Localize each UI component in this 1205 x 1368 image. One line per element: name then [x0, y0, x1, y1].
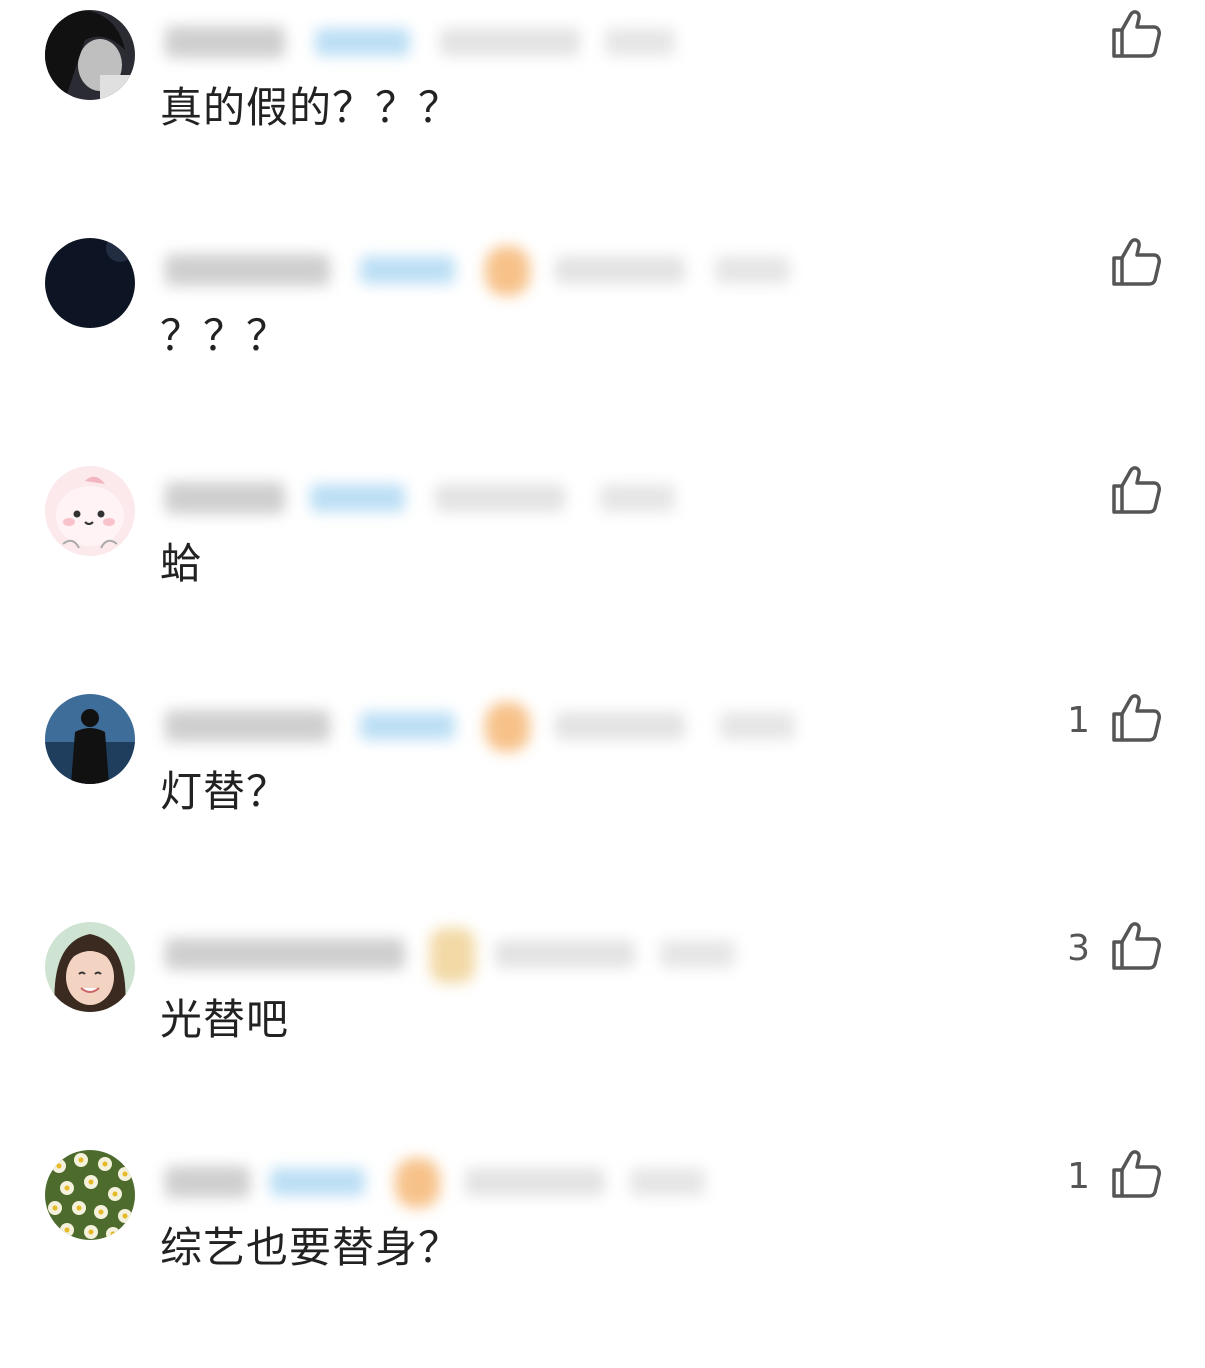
thumbs-up-icon[interactable] [1110, 1148, 1162, 1200]
avatar[interactable] [45, 1150, 135, 1240]
like-count: 1 [1067, 700, 1090, 741]
avatar-image [45, 694, 135, 784]
avatar-image [45, 922, 135, 1012]
comment-item: ？？？ [0, 228, 1205, 456]
thumbs-up-icon[interactable] [1110, 920, 1162, 972]
comment-item: 蛤 [0, 456, 1205, 684]
comment-item: 灯替？ 1 [0, 684, 1205, 912]
comment-item: 真的假的？？？ [0, 0, 1205, 228]
comment-text: 综艺也要替身？ [160, 1223, 462, 1272]
comment-text: 真的假的？？？ [160, 83, 462, 132]
comment-item: 光替吧 3 [0, 912, 1205, 1140]
thumbs-up-icon[interactable] [1110, 464, 1162, 516]
avatar[interactable] [45, 694, 135, 784]
avatar[interactable] [45, 238, 135, 328]
user-meta-blurred [155, 920, 815, 983]
user-meta-blurred [155, 1148, 815, 1208]
comment-text: ？？？ [160, 311, 290, 360]
thumbs-up-icon[interactable] [1110, 8, 1162, 60]
avatar-image [45, 1150, 135, 1240]
user-meta-blurred [155, 236, 815, 296]
comment-text: 光替吧 [160, 995, 290, 1044]
avatar[interactable] [45, 10, 135, 100]
comment-text: 蛤 [160, 539, 204, 588]
avatar[interactable] [45, 922, 135, 1012]
avatar-image [45, 10, 135, 100]
user-meta-blurred [155, 8, 815, 68]
user-meta-blurred [155, 464, 815, 524]
comment-item: 综艺也要替身？ 1 [0, 1140, 1205, 1368]
user-meta-blurred [155, 692, 815, 752]
avatar-image [45, 238, 135, 328]
thumbs-up-icon[interactable] [1110, 236, 1162, 288]
like-count: 1 [1067, 1156, 1090, 1197]
avatar-image [45, 466, 135, 556]
comment-text: 灯替？ [160, 767, 290, 816]
thumbs-up-icon[interactable] [1110, 692, 1162, 744]
like-count: 3 [1067, 928, 1090, 969]
avatar[interactable] [45, 466, 135, 556]
